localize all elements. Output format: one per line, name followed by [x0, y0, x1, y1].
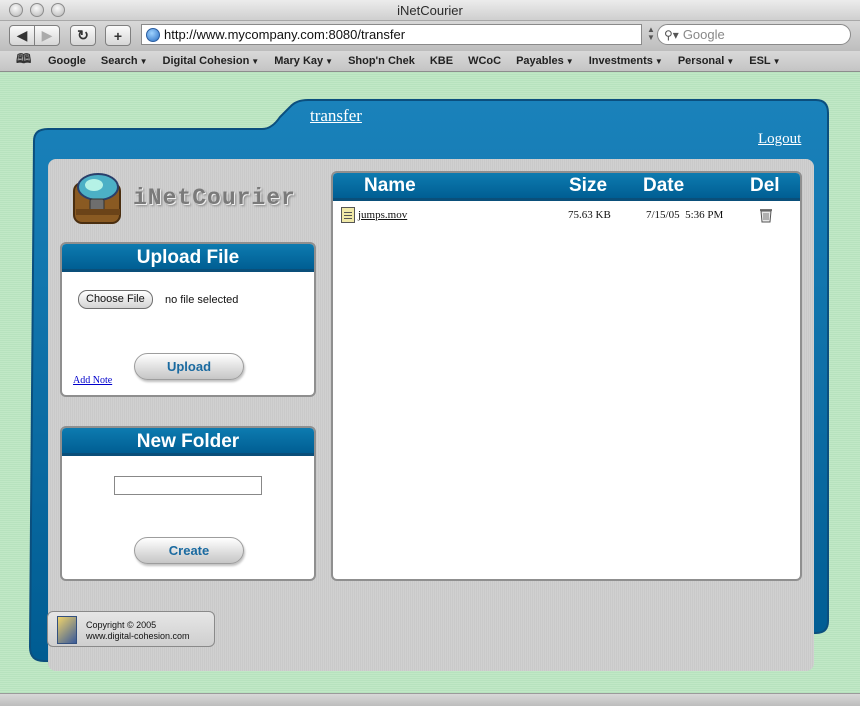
forward-arrow-icon: ▶	[41, 27, 53, 43]
file-list-panel: Name Size Date Del jumps.mov 75.63 KB 7/…	[331, 171, 802, 581]
file-row: jumps.mov 75.63 KB 7/15/05 5:36 PM	[333, 206, 800, 224]
status-bar	[0, 693, 860, 706]
document-icon	[341, 207, 355, 223]
bookmark-esl[interactable]: ESL ▼	[749, 55, 780, 67]
file-list-header: Name Size Date Del	[333, 173, 800, 201]
logout-link[interactable]: Logout	[758, 131, 801, 148]
file-date: 7/15/05 5:36 PM	[646, 209, 724, 221]
chevron-down-icon: ▼	[565, 57, 574, 66]
plus-icon: +	[113, 27, 123, 44]
chevron-down-icon: ▼	[772, 57, 781, 66]
bookmark-personal[interactable]: Personal ▼	[678, 55, 734, 67]
bookmarks-book-icon[interactable]: 🕮	[16, 50, 34, 72]
create-folder-button[interactable]: Create	[134, 537, 244, 564]
reload-icon: ↻	[77, 27, 89, 43]
upload-button[interactable]: Upload	[134, 353, 244, 380]
bookmark-mary-kay[interactable]: Mary Kay ▼	[274, 55, 333, 67]
tab-transfer[interactable]: transfer	[310, 106, 362, 126]
bookmark-investments[interactable]: Investments ▼	[589, 55, 663, 67]
reload-button[interactable]: ↻	[70, 25, 96, 46]
address-bar[interactable]: http://www.mycompany.com:8080/transfer	[141, 24, 642, 45]
copyright-text: Copyright © 2005 www.digital-cohesion.co…	[86, 620, 190, 642]
column-size[interactable]: Size	[569, 175, 607, 197]
chevron-down-icon: ▼	[726, 57, 735, 66]
file-name-link[interactable]: jumps.mov	[358, 209, 407, 221]
window-title: iNetCourier	[397, 3, 463, 18]
url-text: http://www.mycompany.com:8080/transfer	[164, 27, 406, 42]
bookmark-shopn-chek[interactable]: Shop'n Chek	[348, 55, 415, 67]
file-status-text: no file selected	[165, 294, 239, 306]
title-bar: iNetCourier	[0, 0, 860, 21]
bookmark-digital-cohesion[interactable]: Digital Cohesion ▼	[163, 55, 260, 67]
search-placeholder: Google	[682, 27, 725, 42]
web-page: transfer Logout iNetCourier Upload File …	[0, 73, 860, 693]
chevron-down-icon: ▼	[139, 57, 148, 66]
new-folder-panel-title: New Folder	[62, 428, 314, 456]
file-size: 75.63 KB	[568, 209, 611, 221]
courier-bag-logo-icon	[73, 173, 121, 224]
browser-toolbar: ◀ ▶ ↻ + http://www.mycompany.com:8080/tr…	[0, 21, 860, 51]
search-field[interactable]: ⚲▾ Google	[657, 24, 851, 45]
copyright-website: www.digital-cohesion.com	[86, 631, 190, 641]
upload-panel: Upload File Choose File no file selected…	[60, 242, 316, 397]
add-note-link[interactable]: Add Note	[73, 375, 112, 386]
trash-icon[interactable]	[758, 206, 774, 223]
bookmark-kbe[interactable]: KBE	[430, 55, 453, 67]
digital-cohesion-logo-icon	[57, 616, 77, 644]
logo-text: iNetCourier	[133, 185, 296, 211]
chevron-down-icon: ▼	[654, 57, 663, 66]
browser-window: iNetCourier ◀ ▶ ↻ + http://www.mycompany…	[0, 0, 860, 706]
column-date[interactable]: Date	[643, 175, 684, 197]
bookmark-payables[interactable]: Payables ▼	[516, 55, 574, 67]
column-name[interactable]: Name	[364, 175, 416, 197]
copyright-badge: Copyright © 2005 www.digital-cohesion.co…	[47, 611, 215, 647]
forward-button[interactable]: ▶	[34, 25, 60, 46]
globe-icon	[146, 27, 160, 42]
search-icon: ⚲▾	[664, 27, 679, 42]
add-bookmark-button[interactable]: +	[105, 25, 131, 46]
chevron-down-icon: ▼	[251, 57, 260, 66]
bookmark-wcoc[interactable]: WCoC	[468, 55, 501, 67]
upload-panel-title: Upload File	[62, 244, 314, 272]
url-history-arrows-icon[interactable]: ▲ ▼	[647, 26, 655, 42]
back-button[interactable]: ◀	[9, 25, 35, 46]
folder-name-input[interactable]	[114, 476, 262, 495]
bookmark-search[interactable]: Search ▼	[101, 55, 148, 67]
bookmark-google[interactable]: Google	[48, 55, 86, 67]
chevron-down-icon: ▼	[325, 57, 334, 66]
back-arrow-icon: ◀	[16, 27, 28, 43]
copyright-line: Copyright © 2005	[86, 620, 157, 630]
column-del: Del	[750, 175, 780, 196]
new-folder-panel: New Folder Create	[60, 426, 316, 581]
bookmarks-bar: 🕮 Google Search ▼ Digital Cohesion ▼ Mary …	[0, 51, 860, 72]
choose-file-button[interactable]: Choose File	[78, 290, 153, 309]
